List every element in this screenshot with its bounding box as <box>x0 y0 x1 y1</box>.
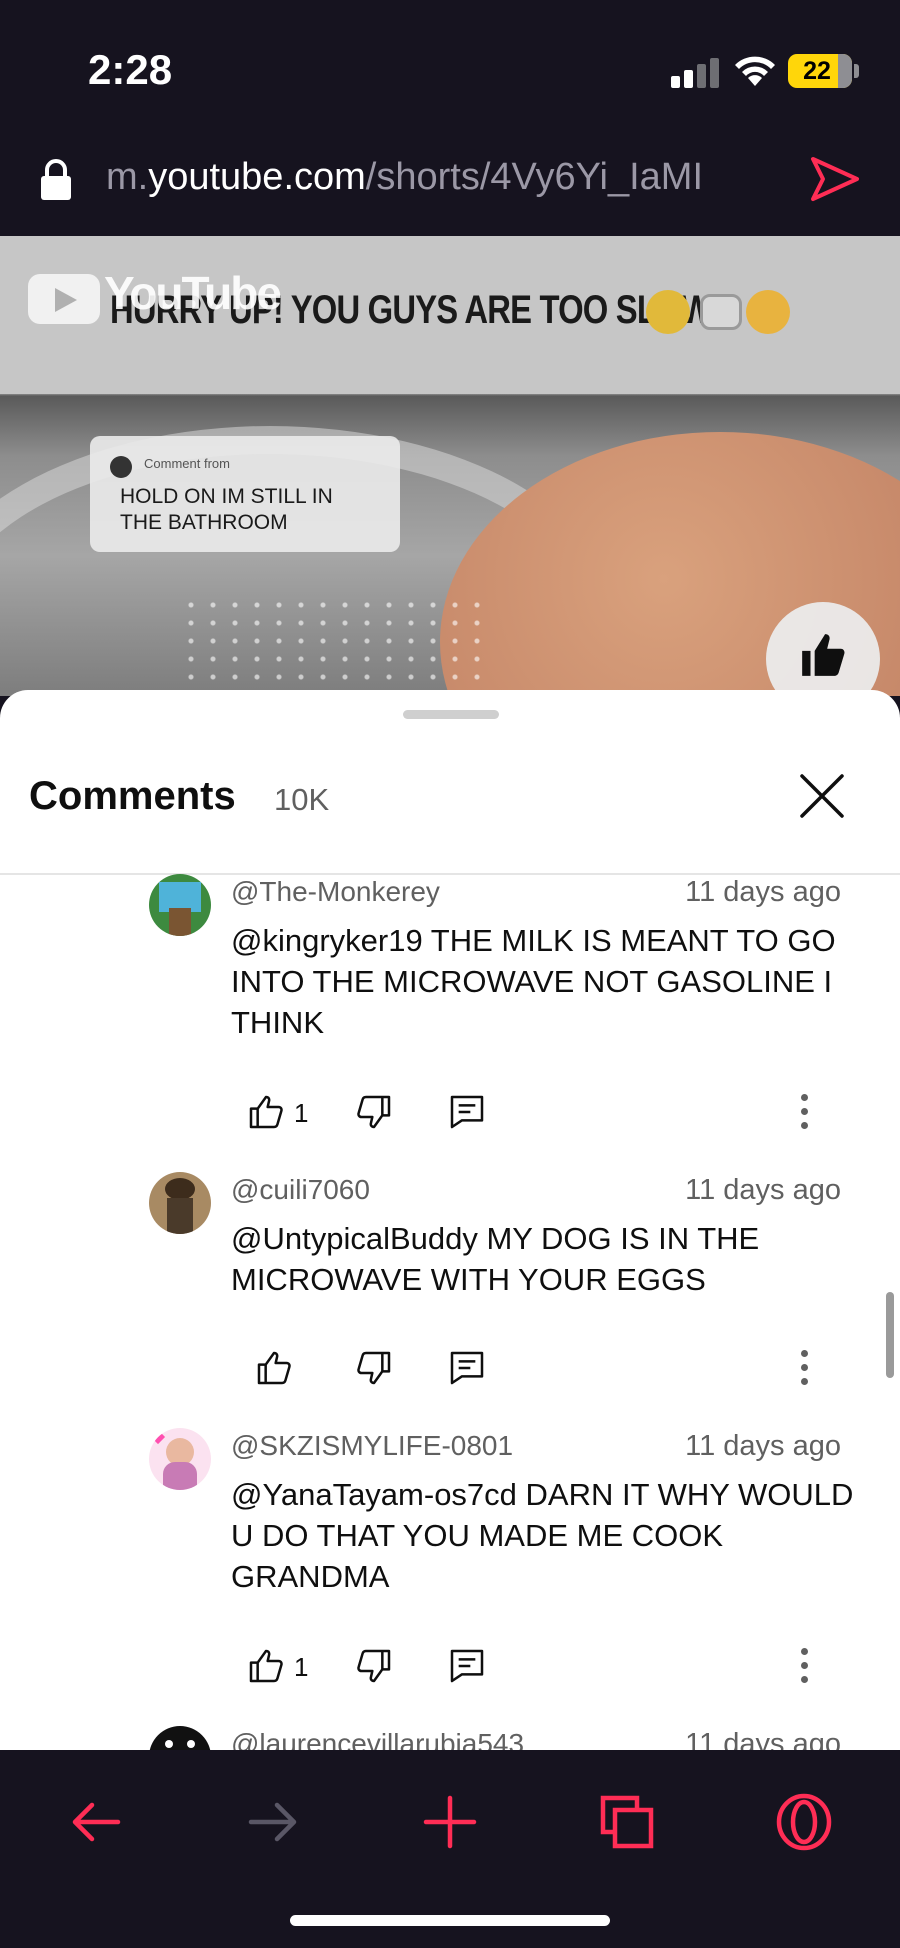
tabs-icon[interactable] <box>597 1792 657 1852</box>
comment-author[interactable]: @laurencevillarubia543 <box>231 1728 524 1750</box>
like-icon[interactable] <box>254 1348 294 1388</box>
comments-title: Comments <box>29 774 236 818</box>
avatar[interactable] <box>149 1726 211 1750</box>
shorts-video[interactable]: HURRY UP! YOU GUYS ARE TOO SLOW YouTube … <box>0 236 900 696</box>
dislike-icon[interactable] <box>354 1348 394 1388</box>
comment-author[interactable]: @SKZISMYLIFE-0801 <box>231 1430 513 1462</box>
comment-actions: 1 <box>0 1086 900 1138</box>
avatar[interactable] <box>149 1172 211 1234</box>
url-domain: youtube.com <box>148 156 366 198</box>
reply-icon[interactable] <box>447 1646 487 1686</box>
lock-icon <box>41 159 71 200</box>
send-icon[interactable] <box>810 156 860 202</box>
reply-from: Comment from <box>144 456 230 471</box>
comments-sheet: Comments 10K @The-Monkerey 11 days ago @… <box>0 690 900 1750</box>
reply-icon[interactable] <box>447 1092 487 1132</box>
video-texture <box>180 596 480 696</box>
like-icon[interactable] <box>246 1646 286 1686</box>
url-prefix: m. <box>106 156 149 198</box>
dislike-icon[interactable] <box>354 1092 394 1132</box>
comment-date: 11 days ago <box>685 1728 841 1750</box>
signal-icon <box>671 58 721 88</box>
address-bar[interactable]: m.youtube.com/shorts/4Vy6Yi_IaMI <box>0 140 900 236</box>
like-count: 1 <box>294 1098 309 1128</box>
status-bar: 2:28 22 <box>0 0 900 140</box>
home-indicator[interactable] <box>290 1915 610 1926</box>
youtube-logo-icon <box>28 274 100 324</box>
comments-scrollbar[interactable] <box>886 1292 894 1378</box>
reply-text: HOLD ON IM STILL IN THE BATHROOM <box>120 485 333 534</box>
comment-author[interactable]: @cuili7060 <box>231 1174 370 1206</box>
status-time: 2:28 <box>88 46 173 93</box>
reply-comment-card: Comment from HOLD ON IM STILL IN THE BAT… <box>90 436 400 552</box>
wifi-icon <box>735 56 775 86</box>
comment-date: 11 days ago <box>685 1430 841 1462</box>
drag-handle[interactable] <box>403 710 499 719</box>
plus-icon[interactable] <box>420 1792 480 1852</box>
close-icon[interactable] <box>796 770 848 822</box>
reply-icon[interactable] <box>447 1348 487 1388</box>
arrow-left-icon[interactable] <box>66 1792 126 1852</box>
dislike-icon[interactable] <box>354 1646 394 1686</box>
battery-icon: 22 <box>788 54 852 88</box>
comment-actions: 1 <box>0 1640 900 1692</box>
comment-actions <box>0 1342 900 1394</box>
comment-text: @kingryker19 THE MILK IS MEANT TO GO INT… <box>231 923 836 1040</box>
comment-author[interactable]: @The-Monkerey <box>231 876 440 908</box>
battery-level: 22 <box>803 57 831 85</box>
comment-text: @YanaTayam-os7cd DARN IT WHY WOULD U DO … <box>231 1477 854 1594</box>
battery-tip <box>854 64 859 78</box>
url-path: /shorts/4Vy6Yi_IaMI <box>365 156 704 198</box>
comments-count: 10K <box>274 782 330 817</box>
arrow-right-icon[interactable] <box>243 1792 303 1852</box>
more-options-icon[interactable] <box>792 1640 816 1692</box>
avatar[interactable] <box>149 874 211 936</box>
grimace-emoji-icon <box>646 290 690 334</box>
opera-icon[interactable] <box>774 1792 834 1852</box>
comment-date: 11 days ago <box>685 876 841 908</box>
comment-date: 11 days ago <box>685 1174 841 1206</box>
header-divider <box>0 873 900 875</box>
url-text[interactable]: m.youtube.com/shorts/4Vy6Yi_IaMI <box>106 156 703 199</box>
comment-text: @UntypicalBuddy MY DOG IS IN THE MICROWA… <box>231 1221 760 1297</box>
like-icon[interactable] <box>246 1092 286 1132</box>
more-options-icon[interactable] <box>792 1342 816 1394</box>
thumbs-up-filled-icon <box>802 634 845 676</box>
more-options-icon[interactable] <box>792 1086 816 1138</box>
avatar[interactable] <box>149 1428 211 1490</box>
pointing-hand-emoji-icon <box>700 294 742 330</box>
reply-avatar-icon <box>110 456 132 478</box>
youtube-watermark: YouTube <box>104 267 282 319</box>
silly-face-emoji-icon <box>746 290 790 334</box>
like-count: 1 <box>294 1652 309 1682</box>
